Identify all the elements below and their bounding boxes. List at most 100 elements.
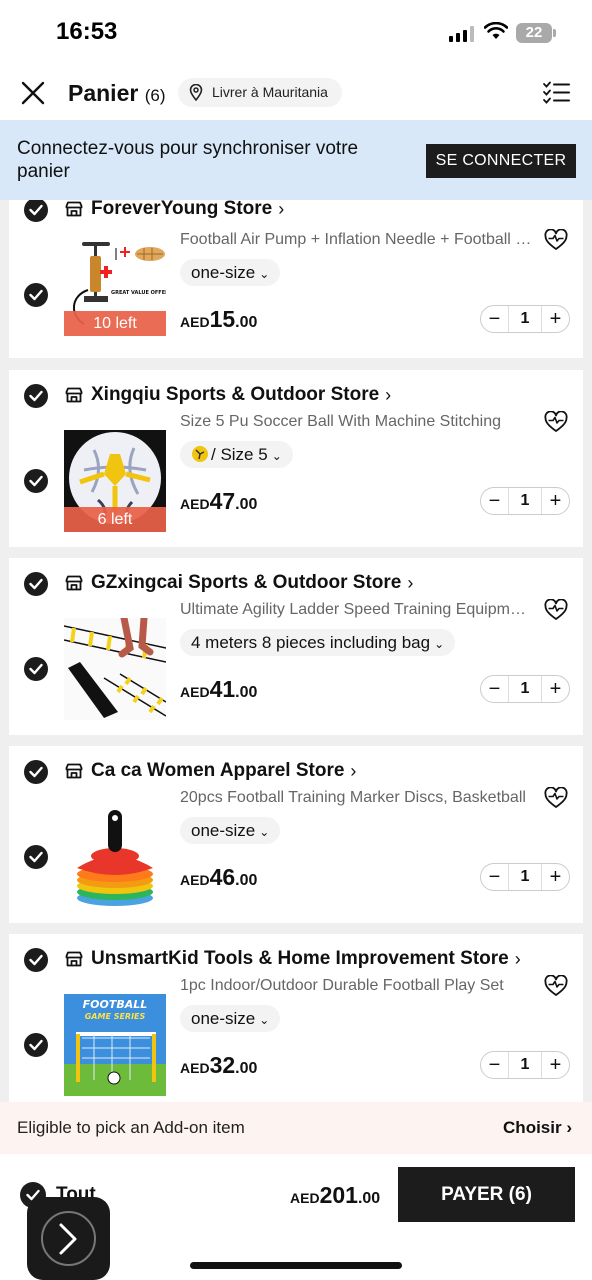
wishlist-heart-icon[interactable]	[544, 599, 568, 621]
agility-ladder-illustration	[64, 618, 166, 718]
product-title[interactable]: 1pc Indoor/Outdoor Durable Football Play…	[180, 977, 532, 995]
pay-button[interactable]: PAYER (6)	[398, 1167, 575, 1222]
image-caption-line1: FOOTBALL	[83, 998, 148, 1011]
store-checkbox[interactable]	[24, 572, 48, 596]
home-indicator[interactable]	[190, 1262, 402, 1269]
price-currency: AED	[180, 872, 210, 888]
store-name-link[interactable]: ForeverYoung Store ›	[65, 200, 284, 220]
ship-to-selector[interactable]: Livrer à Mauritania	[178, 78, 342, 107]
item-price: AED32.00	[180, 1052, 257, 1079]
product-image-marker-discs[interactable]	[64, 806, 166, 908]
quantity-value[interactable]: 1	[521, 492, 530, 510]
decrease-quantity-button[interactable]: −	[481, 306, 509, 332]
checkmark-icon	[29, 954, 43, 966]
item-checkbox[interactable]	[24, 657, 48, 681]
floating-next-button[interactable]	[27, 1197, 110, 1280]
decrease-quantity-button[interactable]: −	[481, 1052, 509, 1078]
product-title[interactable]: 20pcs Football Training Marker Discs, Ba…	[180, 789, 532, 807]
close-icon[interactable]	[18, 78, 48, 108]
variant-selector[interactable]: one-size ⌄	[180, 817, 281, 844]
product-title[interactable]: Size 5 Pu Soccer Ball With Machine Stitc…	[180, 413, 532, 431]
store-name-link[interactable]: UnsmartKid Tools & Home Improvement Stor…	[65, 948, 521, 970]
item-checkbox[interactable]	[24, 1033, 48, 1057]
checkmark-icon	[29, 204, 43, 216]
quantity-value[interactable]: 1	[521, 1056, 530, 1074]
wishlist-heart-icon[interactable]	[544, 975, 568, 997]
variant-selector[interactable]: 4 meters 8 pieces including bag ⌄	[180, 629, 456, 656]
ball-swatch-icon	[192, 446, 208, 462]
login-message: Connectez-vous pour synchroniser votre p…	[17, 138, 359, 182]
store-checkbox[interactable]	[24, 948, 48, 972]
chevron-down-icon: ⌄	[259, 825, 270, 839]
total-decimal: .00	[357, 1190, 381, 1207]
football-goal-illustration: FOOTBALL GAME SERIES	[64, 994, 166, 1096]
price-integer: 41	[209, 676, 236, 702]
cart-count: (6)	[144, 86, 166, 105]
product-title[interactable]: Ultimate Agility Ladder Speed Training E…	[180, 601, 532, 619]
wishlist-heart-icon[interactable]	[544, 787, 568, 809]
price-integer: 47	[209, 488, 236, 514]
cart-list[interactable]: ForeverYoung Store › GREAT VALUE OFFER 1…	[0, 200, 592, 1102]
item-price: AED47.00	[180, 488, 257, 515]
store-name: GZxingcai Sports & Outdoor Store	[91, 572, 402, 593]
item-checkbox[interactable]	[24, 283, 48, 307]
wishlist-heart-icon[interactable]	[544, 229, 568, 251]
decrease-quantity-button[interactable]: −	[481, 864, 509, 890]
product-image-air-pump[interactable]: GREAT VALUE OFFER 10 left	[64, 234, 166, 336]
product-title[interactable]: Football Air Pump + Inflation Needle + F…	[180, 231, 532, 249]
store-name: ForeverYoung Store	[91, 200, 273, 219]
location-pin-icon	[189, 84, 203, 101]
quantity-stepper: − 1 +	[480, 675, 570, 703]
price-decimal: .00	[235, 684, 258, 701]
decrease-quantity-button[interactable]: −	[481, 676, 509, 702]
store-checkbox[interactable]	[24, 760, 48, 784]
chevron-right-icon: ›	[385, 384, 392, 405]
cart-header: Panier (6) Livrer à Mauritania	[0, 66, 592, 120]
quantity-value[interactable]: 1	[521, 310, 530, 328]
svg-text:GREAT VALUE OFFER: GREAT VALUE OFFER	[111, 290, 166, 296]
checkmark-icon	[29, 663, 43, 675]
variant-selector[interactable]: / Size 5 ⌄	[180, 441, 293, 468]
stock-tag: 6 left	[64, 507, 166, 532]
variant-selector[interactable]: one-size ⌄	[180, 259, 281, 286]
product-image-football-goal[interactable]: FOOTBALL GAME SERIES	[64, 994, 166, 1096]
status-time: 16:53	[56, 18, 118, 45]
checkmark-icon	[29, 390, 43, 402]
checklist-icon[interactable]	[542, 80, 570, 106]
chevron-down-icon: ⌄	[259, 267, 270, 281]
item-price: AED41.00	[180, 676, 257, 703]
product-image-agility-ladder[interactable]	[64, 618, 166, 720]
increase-quantity-button[interactable]: +	[541, 1052, 569, 1078]
wifi-icon	[484, 22, 508, 39]
price-integer: 15	[209, 306, 236, 332]
product-image-soccer-ball[interactable]: 6 left	[64, 430, 166, 532]
item-checkbox[interactable]	[24, 469, 48, 493]
quantity-value[interactable]: 1	[521, 868, 530, 886]
status-bar: 16:53 22	[0, 0, 592, 66]
increase-quantity-button[interactable]: +	[541, 306, 569, 332]
increase-quantity-button[interactable]: +	[541, 676, 569, 702]
ship-to-label: Livrer à Mauritania	[212, 84, 328, 100]
checkmark-icon	[29, 578, 43, 590]
variant-selector[interactable]: one-size ⌄	[180, 1005, 281, 1032]
login-button[interactable]: SE CONNECTER	[426, 144, 576, 178]
choose-addon-link[interactable]: Choisir ›	[503, 1118, 572, 1138]
item-checkbox[interactable]	[24, 845, 48, 869]
page-title: Panier (6)	[68, 80, 166, 107]
increase-quantity-button[interactable]: +	[541, 864, 569, 890]
quantity-stepper: − 1 +	[480, 1051, 570, 1079]
price-currency: AED	[180, 314, 210, 330]
price-currency: AED	[180, 684, 210, 700]
chevron-right-icon: ›	[566, 1118, 572, 1137]
quantity-stepper: − 1 +	[480, 487, 570, 515]
store-name-link[interactable]: GZxingcai Sports & Outdoor Store ›	[65, 572, 413, 594]
price-decimal: .00	[235, 314, 258, 331]
decrease-quantity-button[interactable]: −	[481, 488, 509, 514]
wishlist-heart-icon[interactable]	[544, 411, 568, 433]
increase-quantity-button[interactable]: +	[541, 488, 569, 514]
store-name-link[interactable]: Xingqiu Sports & Outdoor Store ›	[65, 384, 391, 406]
store-checkbox[interactable]	[24, 200, 48, 222]
quantity-value[interactable]: 1	[521, 680, 530, 698]
store-checkbox[interactable]	[24, 384, 48, 408]
store-name-link[interactable]: Ca ca Women Apparel Store ›	[65, 760, 356, 782]
